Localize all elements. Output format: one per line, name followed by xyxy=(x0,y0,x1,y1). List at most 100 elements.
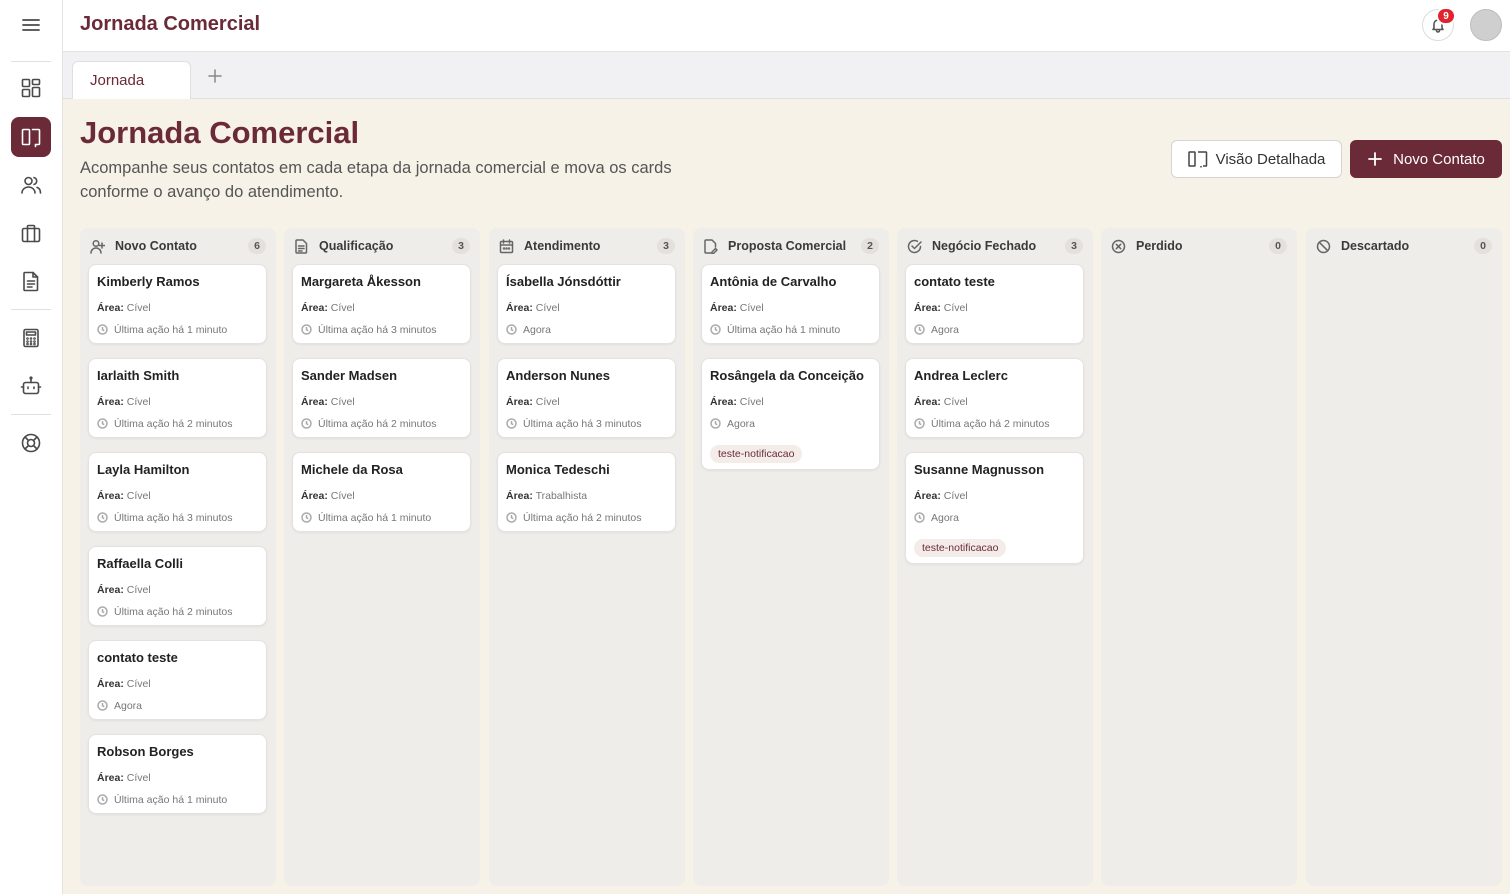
contact-name: Antônia de Carvalho xyxy=(710,274,837,289)
last-action: Agora xyxy=(710,417,871,430)
kanban-icon xyxy=(1187,151,1207,168)
column-novo-contato: Novo Contato 6 Kimberly Ramos Área: Cível… xyxy=(80,228,276,886)
last-action: Agora xyxy=(97,699,258,712)
column-header: Qualificação 3 xyxy=(294,236,470,256)
file-edit-icon xyxy=(704,238,718,254)
sidebar-item-assistant[interactable] xyxy=(11,366,51,406)
clock-icon xyxy=(914,512,925,523)
contact-card[interactable]: Robson Borges Área: Cível Última ação há 1… xyxy=(88,734,267,814)
contact-name: Raffaella Colli xyxy=(97,556,183,571)
contact-card[interactable]: Monica Tedeschi Área: Trabalhista Última a… xyxy=(497,452,676,532)
plus-icon xyxy=(1368,152,1383,166)
column-title: Descartado xyxy=(1341,239,1410,253)
contact-card[interactable]: Michele da Rosa Área: Cível Última ação há… xyxy=(292,452,471,532)
area-value: Cível xyxy=(739,302,764,314)
column-count: 6 xyxy=(248,238,266,254)
contact-card[interactable]: Rosângela da Conceição Área: Cível Agora te… xyxy=(701,358,880,470)
contact-card[interactable]: Sander Madsen Área: Cível Última ação há 2… xyxy=(292,358,471,438)
last-action: Última ação há 2 minutos xyxy=(97,605,258,618)
contact-card[interactable]: Anderson Nunes Área: Cível Última ação há … xyxy=(497,358,676,438)
contact-card[interactable]: Andrea Leclerc Área: Cível Última ação há … xyxy=(905,358,1084,438)
contact-name: contato teste xyxy=(97,650,178,665)
clock-icon xyxy=(506,324,517,335)
area-value: Cível xyxy=(943,302,968,314)
menu-toggle-button[interactable] xyxy=(11,5,51,45)
contact-tag[interactable]: teste-notificacao xyxy=(914,539,1007,557)
last-action-text: Última ação há 3 minutos xyxy=(523,417,642,430)
sidebar-item-documents[interactable] xyxy=(11,261,51,301)
contact-name: Margareta Åkesson xyxy=(301,274,421,289)
column-count: 0 xyxy=(1474,238,1492,254)
contact-card[interactable]: Raffaella Colli Área: Cível Última ação há… xyxy=(88,546,267,626)
last-action: Última ação há 1 minuto xyxy=(301,511,462,524)
contact-area: Área: Cível xyxy=(301,396,462,409)
contact-card[interactable]: Kimberly Ramos Área: Cível Última ação há … xyxy=(88,264,267,344)
sidebar-item-cases[interactable] xyxy=(11,213,51,253)
contact-card[interactable]: Antônia de Carvalho Área: Cível Última açã… xyxy=(701,264,880,344)
area-value: Cível xyxy=(126,490,151,502)
last-action: Última ação há 3 minutos xyxy=(506,417,667,430)
sidebar-item-calculator[interactable] xyxy=(11,318,51,358)
column-header: Negócio Fechado 3 xyxy=(907,236,1083,256)
last-action: Última ação há 3 minutos xyxy=(97,511,258,524)
column-title: Perdido xyxy=(1136,239,1183,253)
contact-card[interactable]: contato teste Área: Cível Agora xyxy=(88,640,267,720)
ban-icon xyxy=(1316,239,1331,253)
tab-jornada[interactable]: Jornada xyxy=(72,61,191,99)
last-action-text: Agora xyxy=(727,417,756,430)
contact-tag[interactable]: teste-notificacao xyxy=(710,445,803,463)
contact-area: Área: Cível xyxy=(97,302,258,315)
area-label: Área: xyxy=(97,584,124,596)
user-avatar[interactable] xyxy=(1470,9,1502,41)
last-action-text: Última ação há 2 minutos xyxy=(318,417,437,430)
contact-card[interactable]: Margareta Åkesson Área: Cível Última ação … xyxy=(292,264,471,344)
sidebar-divider xyxy=(11,414,51,415)
column-count: 2 xyxy=(861,238,879,254)
contact-area: Área: Cível xyxy=(301,490,462,503)
area-label: Área: xyxy=(301,396,328,408)
sidebar-item-jornada[interactable] xyxy=(11,117,51,157)
column-descartado: Descartado 0 xyxy=(1306,228,1502,886)
page-description: Acompanhe seus contatos em cada etapa da… xyxy=(80,159,672,201)
clock-icon xyxy=(301,512,312,523)
area-value: Cível xyxy=(126,302,151,314)
detailed-view-label: Visão Detalhada xyxy=(1215,150,1326,168)
sidebar-item-support[interactable] xyxy=(11,423,51,463)
area-label: Área: xyxy=(97,396,124,408)
top-bar: Jornada Comercial 9 xyxy=(63,0,1510,52)
last-action-text: Última ação há 2 minutos xyxy=(523,511,642,524)
area-value: Cível xyxy=(943,396,968,408)
calendar-icon xyxy=(499,238,514,253)
sidebar-item-contacts[interactable] xyxy=(11,165,51,205)
last-action: Última ação há 1 minuto xyxy=(97,323,258,336)
area-value: Cível xyxy=(126,678,151,690)
clock-icon xyxy=(506,418,517,429)
sidebar-item-dashboard[interactable] xyxy=(11,68,51,108)
hamburger-icon xyxy=(22,19,40,31)
clock-icon xyxy=(97,794,108,805)
column-header: Atendimento 3 xyxy=(499,236,675,256)
area-label: Área: xyxy=(914,490,941,502)
contact-area: Área: Cível xyxy=(914,490,1075,503)
detailed-view-button[interactable]: Visão Detalhada xyxy=(1171,140,1342,178)
clock-icon xyxy=(710,418,721,429)
new-contact-button[interactable]: Novo Contato xyxy=(1350,140,1502,178)
robot-icon xyxy=(20,376,42,395)
clock-icon xyxy=(97,418,108,429)
contact-card[interactable]: contato teste Área: Cível Agora xyxy=(905,264,1084,344)
last-action: Última ação há 1 minuto xyxy=(97,793,258,806)
area-label: Área: xyxy=(914,302,941,314)
clock-icon xyxy=(914,418,925,429)
contact-card[interactable]: Iarlaith Smith Área: Cível Última ação há … xyxy=(88,358,267,438)
clock-icon xyxy=(301,324,312,335)
contact-card[interactable]: Ísabella Jónsdóttir Área: Cível Agora xyxy=(497,264,676,344)
contact-card[interactable]: Susanne Magnusson Área: Cível Agora teste-n… xyxy=(905,452,1084,564)
column-title: Negócio Fechado xyxy=(932,239,1037,253)
contact-area: Área: Cível xyxy=(710,396,871,409)
contact-card[interactable]: Layla Hamilton Área: Cível Última ação há … xyxy=(88,452,267,532)
clock-icon xyxy=(914,324,925,335)
column-proposta-comercial: Proposta Comercial 2 Antônia de Carvalho… xyxy=(693,228,889,886)
add-tab-button[interactable] xyxy=(205,66,225,86)
clock-icon xyxy=(506,512,517,523)
sidebar-divider xyxy=(11,309,51,310)
